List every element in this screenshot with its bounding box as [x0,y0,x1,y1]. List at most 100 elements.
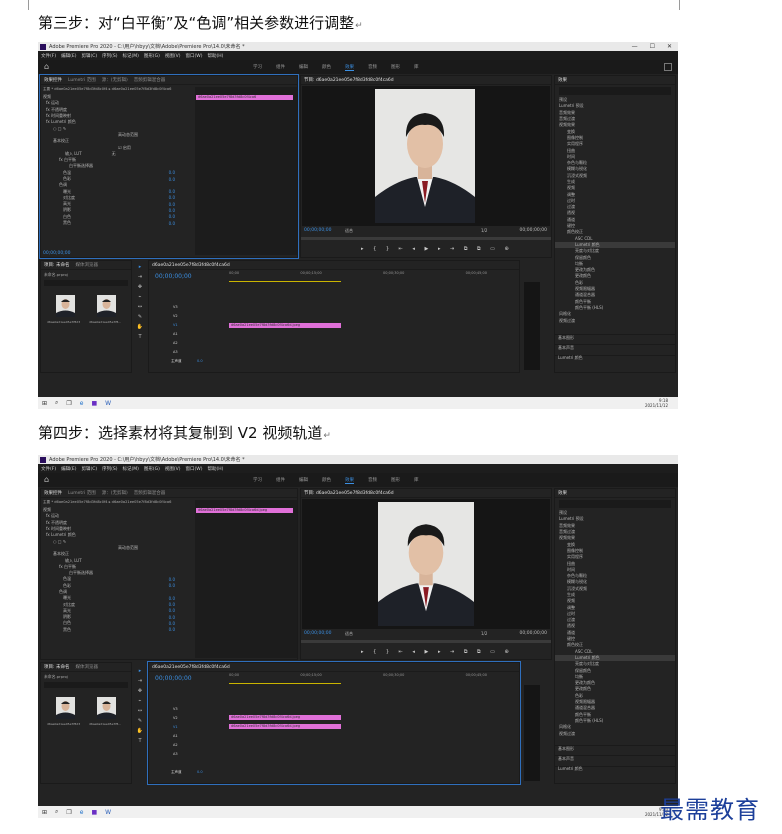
tab-sequence[interactable]: d6ae0a21ee05e7f8d3fd8c0f4ca6d [152,263,230,268]
ripple-edit-icon[interactable]: ✥ [138,284,142,290]
workspace-tab[interactable]: 组件 [276,64,285,70]
ripple-edit-icon[interactable]: ✥ [138,688,142,694]
effects-search-input[interactable] [559,500,671,508]
scrub-bar[interactable] [301,237,551,240]
track-a3[interactable]: A3 [173,752,178,756]
selection-tool-icon[interactable]: ▸ [139,264,142,270]
param-value[interactable]: 0.0 [169,221,175,226]
param-value[interactable]: 0.0 [169,596,175,601]
param-value[interactable]: 0.0 [169,583,175,588]
panel-lumetri-color[interactable]: Lumetri 颜色 [555,354,675,361]
library-icon[interactable] [664,63,672,71]
task-view-icon[interactable]: ❐ [66,809,71,816]
menu-view[interactable]: 视图(V) [165,466,181,472]
master-volume[interactable]: 0.0 [197,770,203,774]
track-a1[interactable]: A1 [173,734,178,738]
selection-tool-icon[interactable]: ▸ [139,668,142,674]
param-value[interactable]: 0.0 [169,189,175,194]
panel-essential-graphics[interactable]: 基本图形 [555,745,675,751]
project-thumbnail[interactable] [56,697,75,719]
windows-start-icon[interactable]: ⊞ [42,400,47,407]
workspace-tab[interactable]: 图形 [391,64,400,70]
tab-source[interactable]: 源：(无剪辑) [102,77,128,83]
menu-window[interactable]: 窗口(W) [186,53,203,59]
timeline-clip-v1[interactable]: d6ae0a21ee05e7f8d3fd8c0f4ca6d.jpeg [229,724,341,729]
param-value[interactable]: 0.0 [169,608,175,613]
workspace-tab[interactable]: 颜色 [322,64,331,70]
taskbar-clock[interactable]: 9:18 2021/11/12 [645,398,668,408]
project-thumbnail[interactable] [56,295,75,317]
program-monitor-label[interactable]: 节目: d6ae0a21ee05e7f8d3fd8c0f4ca6d [304,490,394,496]
tab-source[interactable]: 源：(无剪辑) [102,490,128,496]
tab-media-browser[interactable]: 媒体浏览器 [75,664,98,670]
time-ruler[interactable]: 00;00 00;00;15;00 00;00;30;00 00;00;45;00 [229,271,517,281]
track-a2[interactable]: A2 [173,341,178,345]
tab-audio-mixer[interactable]: 音频剪辑混合器 [134,490,166,496]
menu-view[interactable]: 视图(V) [165,53,181,59]
param-value[interactable]: 0.0 [169,602,175,607]
program-timecode[interactable]: 00;00;00;00 [304,228,331,233]
search-icon[interactable]: ⌕ [55,399,58,407]
lut-select[interactable]: 无 [112,151,116,157]
effects-search-input[interactable] [559,87,671,95]
premiere-taskbar-icon[interactable]: ■ [92,809,98,816]
timeline-clip-v1[interactable]: d6ae0a21ee05e7f8d3fd8c0f4ca6d.jpeg [229,323,341,328]
tab-project[interactable]: 项目: 未命名 [44,664,69,670]
menu-graphics[interactable]: 图形(G) [144,53,160,59]
hand-icon[interactable]: ✋ [137,728,143,734]
timeline-clip-v2[interactable]: d6ae0a21ee05e7f8d3fd8c0f4ca6d.jpeg [229,715,341,720]
mini-clip-bar[interactable]: d6ae0a21ee05e7f8d3fd8c0f4ca6d.jpeg [196,508,293,513]
resolution-select[interactable]: 1/2 [481,228,487,233]
home-icon[interactable]: ⌂ [44,476,52,484]
program-timecode[interactable]: 00;00;00;00 [304,631,331,636]
project-thumbnail[interactable] [97,295,116,317]
pen-icon[interactable]: ✎ [138,314,142,320]
tab-sequence[interactable]: d6ae0a21ee05e7f8d3fd8c0f4ca6d [152,665,230,670]
track-select-icon[interactable]: ⇥ [138,678,142,684]
track-v1[interactable]: V1 [173,323,178,327]
master-volume[interactable]: 0.0 [197,359,203,363]
menu-help[interactable]: 帮助(H) [207,466,223,472]
workspace-tab-active[interactable]: 效果 [345,477,354,484]
menu-edit[interactable]: 编辑(E) [61,466,76,472]
effect-timecode[interactable]: 00;00;00;00 [43,251,70,256]
maximize-button[interactable]: ☐ [650,43,655,50]
tab-audio-mixer[interactable]: 音频剪辑混合器 [134,77,166,83]
word-icon[interactable]: W [105,400,111,407]
menu-graphics[interactable]: 图形(G) [144,466,160,472]
pen-icon[interactable]: ✎ [138,718,142,724]
edge-icon[interactable]: e [80,809,84,816]
track-a1[interactable]: A1 [173,332,178,336]
razor-icon[interactable]: ⌁ [138,294,141,300]
mini-clip-bar[interactable]: d6ae0a21ee05e7f8d3fd8c0f4ca6 [196,95,293,100]
param-value[interactable]: 0.0 [169,195,175,200]
workspace-tab[interactable]: 学习 [253,64,262,70]
fit-select[interactable]: 适合 [345,228,353,234]
menu-edit[interactable]: 编辑(E) [61,53,76,59]
hand-icon[interactable]: ✋ [137,324,143,330]
effects-title[interactable]: 效果 [558,77,567,83]
project-thumbnail[interactable] [97,697,116,719]
slip-icon[interactable]: ↔ [138,304,142,310]
menu-sequence[interactable]: 序列(S) [102,466,117,472]
tab-effect-controls[interactable]: 效果控件 [44,490,62,496]
workspace-tab[interactable]: 组件 [276,477,285,483]
tab-effect-controls[interactable]: 效果控件 [44,77,62,83]
menu-window[interactable]: 窗口(W) [186,466,203,472]
razor-icon[interactable]: ⌁ [138,698,141,704]
param-value[interactable]: 0.0 [169,208,175,213]
track-v2[interactable]: V2 [173,314,178,318]
panel-essential-sound[interactable]: 基本声音 [555,755,675,761]
menu-marker[interactable]: 标记(M) [123,53,139,59]
work-area-bar[interactable] [229,281,341,282]
param-value[interactable]: 0.0 [169,170,175,175]
menu-marker[interactable]: 标记(M) [123,466,139,472]
fit-select[interactable]: 适合 [345,631,353,637]
menu-sequence[interactable]: 序列(S) [102,53,117,59]
menu-file[interactable]: 文件(F) [41,53,56,59]
close-button[interactable]: ✕ [667,43,672,50]
edge-icon[interactable]: e [80,400,84,407]
program-monitor-label[interactable]: 节目: d6ae0a21ee05e7f8d3fd8c0f4ca6d [304,77,394,83]
track-v3[interactable]: V3 [173,707,178,711]
workspace-tab[interactable]: 音频 [368,64,377,70]
